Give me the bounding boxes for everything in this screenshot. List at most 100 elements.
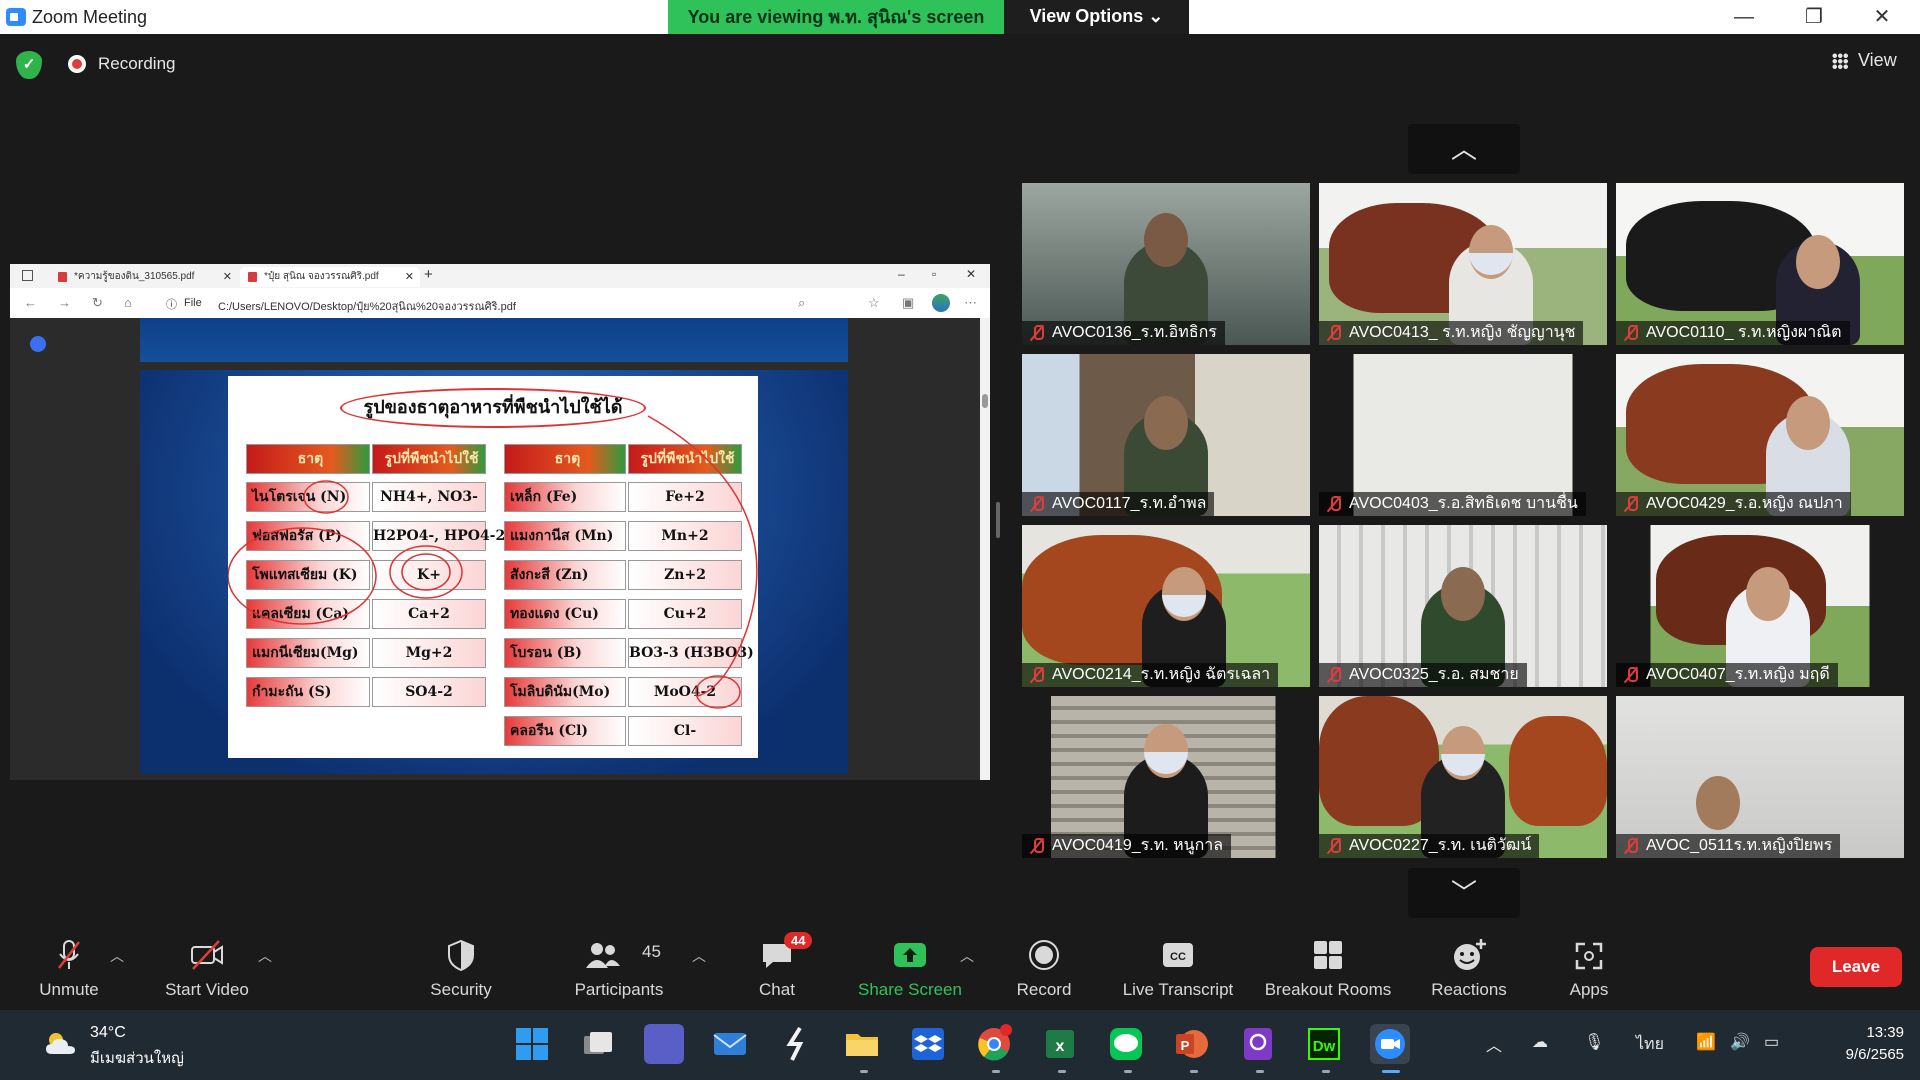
system-clock[interactable]: 13:39 9/6/2565 [1828, 1022, 1904, 1066]
chrome-icon[interactable] [974, 1024, 1014, 1064]
pdf-reader-icon[interactable] [1238, 1024, 1278, 1064]
closed-caption-icon: CC [1163, 943, 1193, 967]
participant-tile[interactable]: AVOC0419_ร.ท. หนูกาล [1022, 696, 1310, 858]
share-options-caret[interactable]: ︿ [960, 946, 974, 966]
audio-options-caret[interactable]: ︿ [110, 946, 124, 966]
split-view-handle[interactable] [996, 502, 1000, 538]
apps-button[interactable]: Apps [1548, 924, 1630, 1010]
participant-tile[interactable]: AVOC0407_ร.ท.หญิง มฤดี [1616, 525, 1904, 687]
live-transcript-button[interactable]: CC Live Transcript [1110, 924, 1246, 1010]
new-tab-icon[interactable]: + [424, 266, 433, 283]
share-screen-icon [894, 943, 926, 967]
app-s-icon[interactable] [776, 1024, 816, 1064]
excel-icon[interactable]: x [1040, 1024, 1080, 1064]
security-button[interactable]: Security [418, 924, 504, 1010]
chat-button[interactable]: 44 Chat [740, 924, 814, 1010]
wifi-icon[interactable]: 📶 [1696, 1032, 1716, 1052]
participant-tile[interactable]: AVOC_0511ร.ท.หญิงปิยพร [1616, 696, 1904, 858]
input-language[interactable]: ไทย [1636, 1032, 1664, 1057]
zoom-page-icon[interactable]: ⌕ [798, 295, 805, 311]
participant-tile[interactable]: AVOC0136_ร.ท.อิทธิกร [1022, 183, 1310, 345]
unmute-button[interactable]: Unmute [20, 924, 118, 1010]
minimize-button[interactable]: — [1714, 2, 1774, 32]
participant-face [1746, 567, 1790, 621]
start-video-button[interactable]: Start Video [148, 924, 266, 1010]
view-options-button[interactable]: View Options ⌄ [1004, 0, 1189, 34]
gallery-page-down-button[interactable]: ﹀ [1408, 868, 1520, 918]
participant-name-tag: AVOC0227_ร.ท. เนติวัฒน์ [1319, 834, 1540, 858]
participants-options-caret[interactable]: ︿ [692, 946, 706, 966]
svg-text:Dw: Dw [1313, 1038, 1336, 1055]
home-icon[interactable]: ⌂ [124, 295, 132, 310]
teams-chat-icon[interactable] [644, 1024, 684, 1064]
participant-face [1144, 396, 1188, 450]
participant-face [1441, 567, 1485, 621]
line-icon[interactable] [1106, 1024, 1146, 1064]
close-tab-icon[interactable]: ✕ [223, 267, 232, 287]
browser-tab-2[interactable]: *ปุ๋ย สุนิณ จองวรรณศิริ.pdf ✕ [240, 267, 420, 287]
live-transcript-label: Live Transcript [1122, 980, 1234, 999]
breakout-rooms-button[interactable]: Breakout Rooms [1256, 924, 1400, 1010]
browser-tab-1[interactable]: *ความรู้ของดิน_310565.pdf ✕ [50, 267, 238, 287]
security-shield-icon[interactable]: ✓ [16, 51, 42, 79]
info-icon[interactable]: ⓘ [166, 296, 177, 312]
share-screen-button[interactable]: Share Screen [852, 924, 968, 1010]
url-input[interactable]: C:/Users/LENOVO/Desktop/ปุ๋ย%20สุนิณ%20จ… [218, 297, 516, 315]
participant-tile[interactable]: AVOC0429_ร.อ.หญิง ณปภา [1616, 354, 1904, 516]
zoom-icon[interactable] [1370, 1024, 1410, 1064]
mail-icon[interactable] [710, 1024, 750, 1064]
more-icon[interactable]: ⋯ [964, 295, 977, 311]
tab-actions-icon[interactable] [22, 270, 33, 281]
refresh-icon[interactable]: ↻ [92, 295, 103, 311]
dreamweaver-icon[interactable]: Dw [1304, 1024, 1344, 1064]
pdf-tool-icon[interactable] [30, 336, 46, 352]
slide-page: รูปของธาตุอาหารที่พืชนำไปใช้ได้ ธาตุ รูป… [140, 370, 848, 774]
back-icon[interactable]: ← [24, 295, 37, 310]
powerpoint-icon[interactable]: P [1172, 1024, 1212, 1064]
leave-button[interactable]: Leave [1810, 947, 1902, 987]
scrollbar-thumb[interactable] [982, 394, 988, 408]
forward-icon[interactable]: → [58, 295, 71, 310]
participant-tile[interactable]: AVOC0227_ร.ท. เนติวัฒน์ [1319, 696, 1607, 858]
participant-tile[interactable]: AVOC0325_ร.อ. สมชาย [1319, 525, 1607, 687]
microphone-icon[interactable]: 🎙 [1584, 1032, 1604, 1052]
file-explorer-icon[interactable] [842, 1024, 882, 1064]
participant-tile[interactable]: AVOC0110_ ร.ท.หญิงผาณิต [1616, 183, 1904, 345]
close-tab-icon[interactable]: ✕ [405, 267, 414, 287]
reactions-button[interactable]: Reactions [1422, 924, 1516, 1010]
profile-avatar[interactable] [932, 294, 950, 312]
record-button[interactable]: Record [1004, 924, 1084, 1010]
close-button[interactable]: ✕ [1852, 2, 1912, 32]
battery-icon[interactable]: ▭ [1764, 1032, 1779, 1052]
weather-temperature[interactable]: 34°C [90, 1024, 126, 1042]
weather-description[interactable]: มีเมฆส่วนใหญ่ [90, 1046, 184, 1070]
view-label: View [1858, 50, 1897, 70]
pdf-scrollbar[interactable] [980, 318, 990, 780]
dropbox-icon[interactable] [908, 1024, 948, 1064]
gallery-page-up-button[interactable]: ︿ [1408, 124, 1520, 174]
tray-overflow-icon[interactable]: ︿ [1486, 1032, 1502, 1056]
task-view-icon[interactable] [578, 1024, 618, 1064]
participant-tile[interactable]: AVOC0214_ร.ท.หญิง ฉัตรเฉลา [1022, 525, 1310, 687]
browser-address-bar: ← → ↻ ⌂ ⓘ File C:/Users/LENOVO/Desktop/ป… [10, 288, 990, 318]
onedrive-cloud-icon[interactable]: ☁ [1532, 1032, 1548, 1052]
browser-close-icon[interactable]: ✕ [966, 267, 976, 281]
volume-icon[interactable]: 🔊 [1730, 1032, 1750, 1052]
browser-maximize-icon[interactable]: ▫ [932, 267, 936, 281]
windows-start-icon[interactable] [512, 1024, 552, 1064]
browser-minimize-icon[interactable]: – [898, 267, 905, 281]
pdf-viewer: รูปของธาตุอาหารที่พืชนำไปใช้ได้ ธาตุ รูป… [10, 318, 990, 780]
collections-icon[interactable]: ▣ [902, 295, 914, 311]
participants-button[interactable]: 45 Participants [564, 924, 674, 1010]
mic-off-icon [1624, 496, 1638, 512]
participant-tile[interactable]: AVOC0117_ร.ท.อำพล [1022, 354, 1310, 516]
video-options-caret[interactable]: ︿ [258, 946, 272, 966]
participant-face [1796, 235, 1840, 289]
favorites-icon[interactable]: ☆ [868, 295, 880, 311]
view-button[interactable]: View [1822, 47, 1902, 75]
participant-tile[interactable]: AVOC0413_ ร.ท.หญิง ชัญญานุช [1319, 183, 1607, 345]
partly-cloudy-icon[interactable] [42, 1030, 80, 1056]
mic-off-icon [1030, 325, 1044, 341]
participant-tile[interactable]: AVOC0403_ร.อ.สิทธิเดช บานชื่น [1319, 354, 1607, 516]
maximize-button[interactable]: ❐ [1784, 2, 1844, 32]
